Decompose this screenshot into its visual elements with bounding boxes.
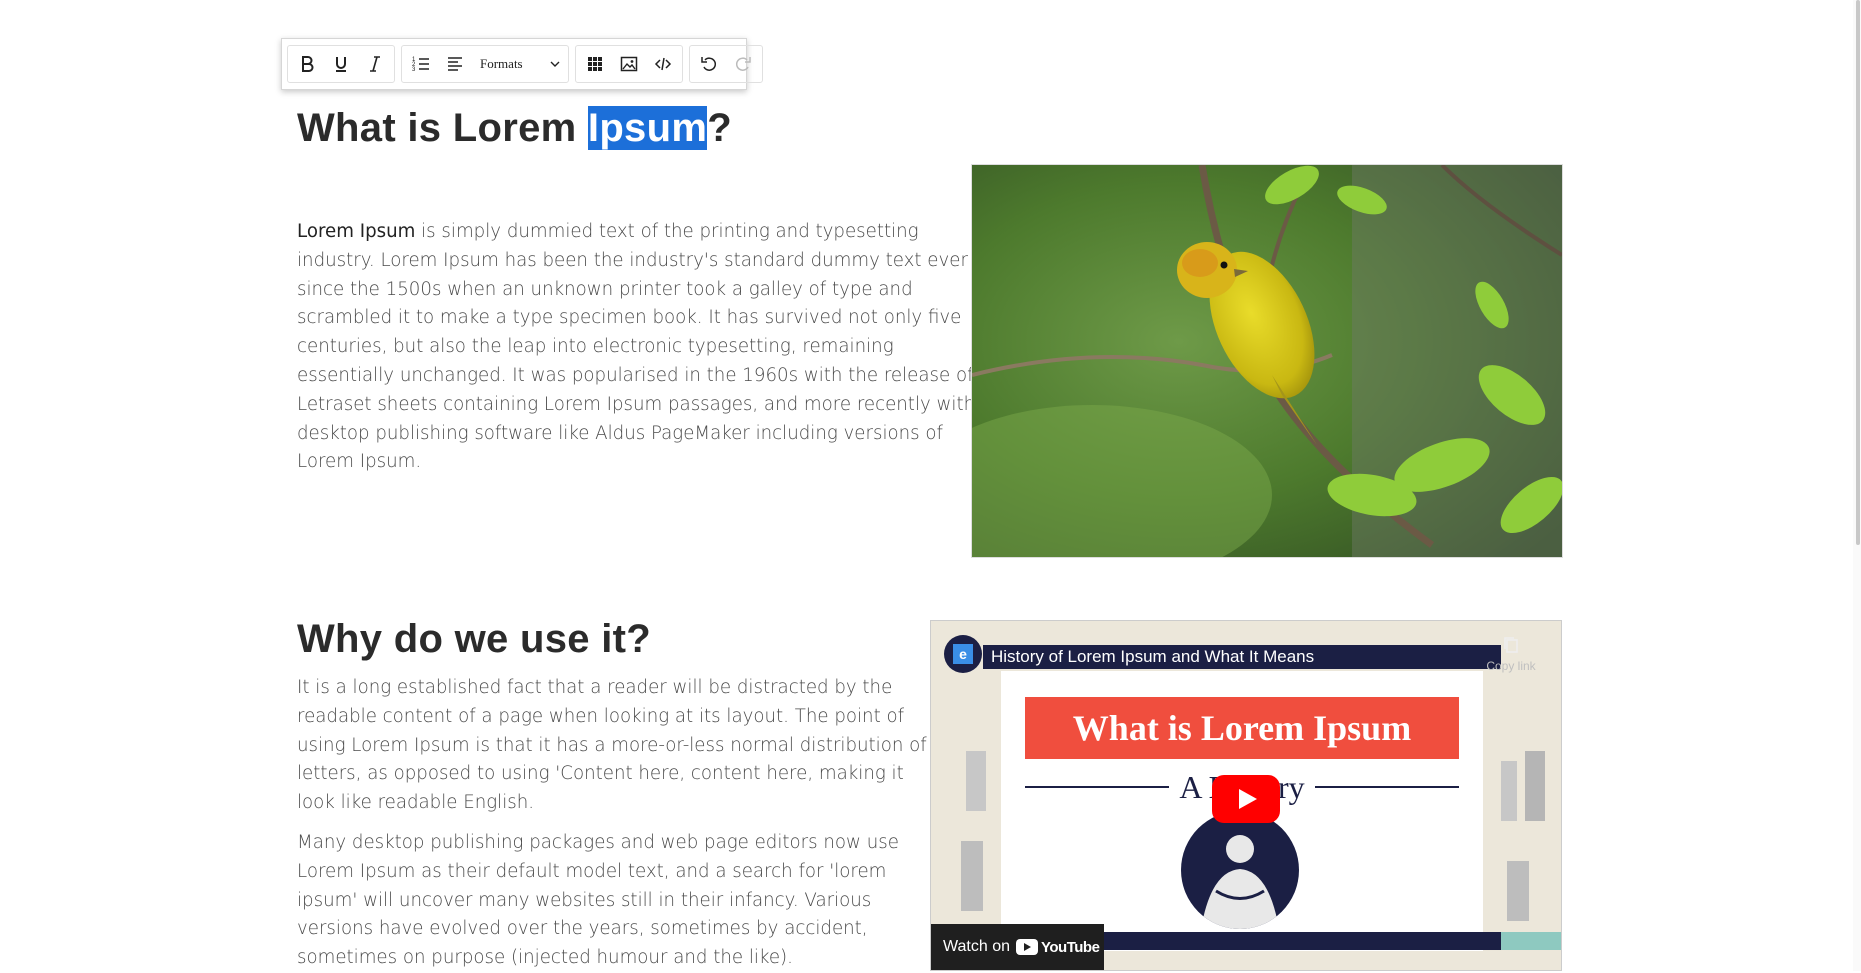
copy-icon	[1504, 637, 1518, 653]
paragraph-group: 123 Formats	[401, 45, 569, 83]
text-style-group	[287, 45, 395, 83]
play-button[interactable]	[1212, 775, 1280, 823]
heading-text-before: What is Lorem	[297, 106, 588, 150]
intro-text: is simply dummied text of the printing a…	[297, 221, 976, 473]
svg-text:3: 3	[412, 67, 416, 73]
copy-link-button[interactable]: Copy link	[1481, 635, 1541, 673]
page-heading[interactable]: What is Lorem Ipsum?	[297, 106, 732, 151]
ordered-list-icon: 123	[412, 57, 429, 73]
align-left-icon	[448, 57, 462, 71]
bird-image[interactable]	[971, 164, 1563, 558]
insert-group	[575, 45, 683, 83]
heading-text-after: ?	[707, 106, 732, 150]
why-paragraph-2[interactable]: Many desktop publishing packages and web…	[297, 829, 937, 973]
section-heading[interactable]: Why do we use it?	[297, 617, 651, 662]
image-icon	[620, 56, 638, 72]
undo-button[interactable]	[692, 47, 726, 81]
chevron-down-icon	[550, 61, 560, 67]
shelf-right-graphic	[1501, 751, 1545, 921]
italic-icon	[370, 56, 380, 72]
intro-paragraph[interactable]: Lorem Ipsum is simply dummied text of th…	[297, 218, 977, 477]
video-title[interactable]: History of Lorem Ipsum and What It Means	[983, 645, 1501, 669]
bold-icon	[302, 56, 314, 72]
table-button[interactable]	[578, 47, 612, 81]
scrollbar-thumb[interactable]	[1856, 0, 1860, 545]
why-paragraph-1[interactable]: It is a long established fact that a rea…	[297, 674, 937, 818]
bold-button[interactable]	[290, 47, 324, 81]
channel-avatar[interactable]: e	[944, 635, 982, 673]
ordered-list-button[interactable]: 123	[404, 47, 438, 81]
youtube-embed[interactable]: What is Lorem Ipsum A History e History …	[930, 620, 1562, 971]
redo-icon	[735, 57, 751, 71]
youtube-play-icon	[1016, 939, 1038, 955]
watch-on-youtube-button[interactable]: Watch on YouTube	[931, 924, 1104, 970]
code-button[interactable]	[646, 47, 680, 81]
copy-link-label: Copy link	[1486, 659, 1536, 673]
image-button[interactable]	[612, 47, 646, 81]
formats-dropdown[interactable]: Formats	[472, 47, 566, 81]
youtube-logo: YouTube	[1016, 938, 1100, 956]
shelf-left-graphic	[961, 751, 986, 911]
formats-label: Formats	[480, 56, 523, 71]
portrait-graphic	[1181, 811, 1299, 929]
code-icon	[654, 57, 672, 71]
align-button[interactable]	[438, 47, 472, 81]
redo-button[interactable]	[726, 47, 760, 81]
underline-button[interactable]	[324, 47, 358, 81]
underline-icon	[336, 57, 346, 72]
subtitle-line-left	[1025, 786, 1170, 788]
watch-on-label: Watch on	[943, 938, 1010, 955]
intro-bold-text: Lorem Ipsum	[297, 221, 416, 242]
vertical-scrollbar[interactable]	[1853, 0, 1861, 971]
channel-letter: e	[953, 644, 973, 664]
bird-photo-graphic	[972, 165, 1562, 557]
italic-button[interactable]	[358, 47, 392, 81]
table-icon	[588, 57, 602, 71]
subtitle-line-right	[1314, 786, 1459, 788]
undo-icon	[701, 57, 717, 71]
history-group	[689, 45, 763, 83]
video-teal-block	[1501, 932, 1561, 950]
video-banner: What is Lorem Ipsum	[1025, 697, 1459, 759]
youtube-wordmark: YouTube	[1041, 938, 1100, 956]
editor-toolbar: 123 Formats	[281, 38, 763, 90]
selected-text: Ipsum	[587, 106, 708, 150]
